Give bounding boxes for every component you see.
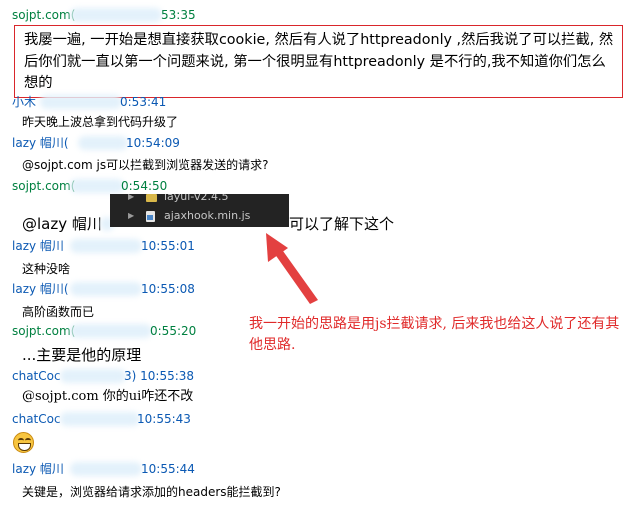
annotation-arrow (266, 233, 318, 304)
annotation-text: 我一开始的思路是用js拦截请求, 后来我也给这人说了还有其他思路. (249, 316, 620, 353)
